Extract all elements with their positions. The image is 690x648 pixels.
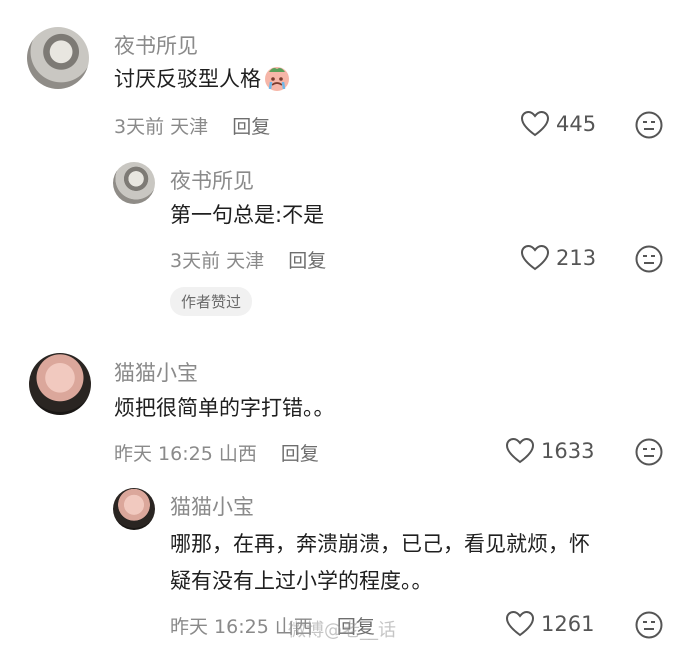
comment-meta: 昨天 16:25 山西 回复	[114, 439, 319, 466]
heart-icon	[520, 244, 550, 271]
reply-button[interactable]: 回复	[232, 116, 270, 138]
like-button[interactable]: 1633	[505, 437, 594, 465]
comment-text: 第一句总是:不是	[170, 203, 325, 227]
like-button[interactable]: 1261	[505, 610, 594, 638]
location: 山西	[218, 443, 257, 465]
heart-icon	[505, 610, 535, 637]
comment-text: 烦把很简单的字打错。。	[114, 396, 335, 420]
reply-button[interactable]: 回复	[288, 250, 326, 272]
comment-text-line-1: 哪那，在再，奔溃崩溃，已己，看见就烦，怀	[170, 532, 590, 556]
comment-text-content: 讨厌反驳型人格	[114, 67, 261, 91]
author-name[interactable]: 猫猫小宝	[170, 491, 254, 521]
like-button[interactable]: 445	[520, 110, 596, 138]
avatar[interactable]	[29, 353, 91, 415]
comment-text-line-2: 疑有没有上过小学的程度。。	[170, 569, 433, 593]
crying-face-emoji	[265, 67, 289, 91]
watermark: 微博@老__话	[288, 620, 396, 641]
dislike-face-icon[interactable]	[634, 244, 664, 274]
time: 昨天 16:25	[170, 616, 269, 638]
avatar[interactable]	[113, 162, 155, 204]
author-name[interactable]: 夜书所见	[170, 165, 254, 195]
time: 3天前	[114, 116, 165, 138]
dislike-face-icon[interactable]	[634, 110, 664, 140]
like-count: 445	[556, 112, 597, 136]
reply-button[interactable]: 回复	[281, 443, 319, 465]
location: 天津	[226, 250, 265, 272]
author-liked-badge: 作者赞过	[170, 287, 253, 316]
avatar[interactable]	[113, 488, 155, 530]
like-count: 1633	[541, 439, 595, 463]
dislike-face-icon[interactable]	[634, 437, 664, 467]
heart-icon	[505, 437, 535, 464]
location: 天津	[170, 116, 209, 138]
like-count: 213	[556, 246, 597, 270]
avatar[interactable]	[27, 27, 89, 89]
dislike-face-icon[interactable]	[634, 610, 664, 640]
author-name[interactable]: 猫猫小宝	[114, 357, 198, 387]
comment-meta: 3天前 天津 回复	[114, 112, 270, 139]
time: 3天前	[170, 250, 221, 272]
heart-icon	[520, 110, 550, 137]
like-count: 1261	[541, 612, 595, 636]
comment-meta: 3天前 天津 回复	[170, 246, 326, 273]
like-button[interactable]: 213	[520, 244, 596, 272]
comment-text: 讨厌反驳型人格	[114, 62, 291, 96]
author-name[interactable]: 夜书所见	[114, 30, 198, 60]
time: 昨天 16:25	[114, 443, 213, 465]
